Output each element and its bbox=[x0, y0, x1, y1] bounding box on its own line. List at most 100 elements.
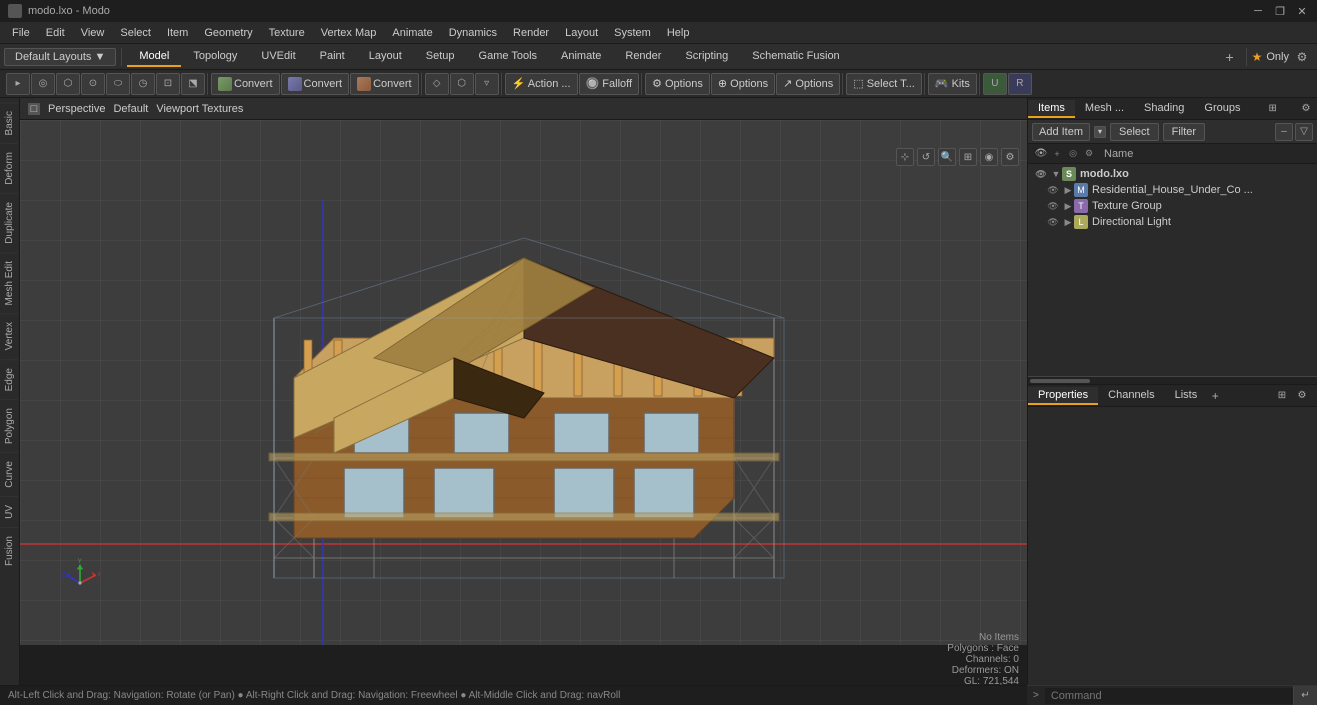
sidebar-tab-basic[interactable]: Basic bbox=[1, 102, 18, 143]
vp-ctrl-navigate[interactable]: ⊹ bbox=[896, 148, 914, 166]
layout-tab-layout[interactable]: Layout bbox=[357, 47, 414, 67]
menu-item-system[interactable]: System bbox=[606, 25, 659, 41]
expand-mesh[interactable]: ▶ bbox=[1062, 185, 1074, 196]
sidebar-tab-deform[interactable]: Deform bbox=[1, 143, 18, 193]
add-item-button[interactable]: Add Item bbox=[1032, 123, 1090, 141]
col-icon2[interactable]: ◎ bbox=[1066, 147, 1080, 161]
layout-tab-animate[interactable]: Animate bbox=[549, 47, 613, 67]
add-layout-button[interactable]: + bbox=[1219, 46, 1241, 68]
items-select-button[interactable]: Select bbox=[1110, 123, 1159, 141]
tab-shading[interactable]: Shading bbox=[1134, 100, 1194, 118]
maximize-button[interactable]: ❐ bbox=[1273, 4, 1287, 18]
menu-item-animate[interactable]: Animate bbox=[384, 25, 440, 41]
tab-properties[interactable]: Properties bbox=[1028, 387, 1098, 405]
sidebar-tab-edge[interactable]: Edge bbox=[1, 359, 18, 399]
menu-item-help[interactable]: Help bbox=[659, 25, 698, 41]
tool-shape1[interactable]: ◇ bbox=[425, 73, 449, 95]
items-scrollbar-thumb[interactable] bbox=[1030, 379, 1090, 383]
falloff-button[interactable]: 🔘 Falloff bbox=[579, 73, 640, 95]
col-icon3[interactable]: ⚙ bbox=[1082, 147, 1096, 161]
expand-texture[interactable]: ▶ bbox=[1062, 201, 1074, 212]
menu-item-view[interactable]: View bbox=[73, 25, 113, 41]
menu-item-select[interactable]: Select bbox=[112, 25, 159, 41]
expand-scene[interactable]: ▼ bbox=[1050, 169, 1062, 179]
sidebar-tab-vertex[interactable]: Vertex bbox=[1, 313, 18, 358]
tool-select4[interactable]: ⊙ bbox=[81, 73, 105, 95]
close-button[interactable]: ✕ bbox=[1295, 4, 1309, 18]
light-item[interactable]: 👁 ▶ L Directional Light bbox=[1028, 214, 1317, 230]
minimize-button[interactable]: ─ bbox=[1251, 4, 1265, 18]
menu-item-render[interactable]: Render bbox=[505, 25, 557, 41]
sidebar-tab-uv[interactable]: UV bbox=[1, 496, 18, 527]
options-button1[interactable]: ⚙ Options bbox=[645, 73, 710, 95]
menu-item-file[interactable]: File bbox=[4, 25, 38, 41]
tool-select6[interactable]: ◷ bbox=[131, 73, 155, 95]
sidebar-tab-curve[interactable]: Curve bbox=[1, 452, 18, 496]
layout-tab-schematic-fusion[interactable]: Schematic Fusion bbox=[740, 47, 851, 67]
items-panel-expand[interactable]: ⊞ bbox=[1266, 102, 1280, 116]
layout-tab-scripting[interactable]: Scripting bbox=[673, 47, 740, 67]
scene-root-item[interactable]: 👁 ▼ S modo.lxo bbox=[1028, 166, 1317, 182]
tab-lists[interactable]: Lists bbox=[1165, 387, 1208, 405]
layout-tab-model[interactable]: Model bbox=[127, 47, 181, 67]
unreal-btn1[interactable]: U bbox=[983, 73, 1007, 95]
viewport-textures-label[interactable]: Viewport Textures bbox=[156, 103, 243, 115]
vp-ctrl-frame[interactable]: ⊞ bbox=[959, 148, 977, 166]
menu-item-item[interactable]: Item bbox=[159, 25, 196, 41]
command-input[interactable] bbox=[1045, 688, 1293, 704]
convert-mesh-button[interactable]: Convert bbox=[211, 73, 280, 95]
expand-light[interactable]: ▶ bbox=[1062, 217, 1074, 228]
col-icon1[interactable]: + bbox=[1050, 147, 1064, 161]
menu-item-vertex map[interactable]: Vertex Map bbox=[313, 25, 385, 41]
viewport-perspective-label[interactable]: Perspective bbox=[48, 103, 105, 115]
eye-toggle-mesh[interactable]: 👁 bbox=[1044, 184, 1062, 196]
texture-item[interactable]: 👁 ▶ T Texture Group bbox=[1028, 198, 1317, 214]
settings-icon[interactable]: ⚙ bbox=[1291, 46, 1313, 68]
tool-select8[interactable]: ⬔ bbox=[181, 73, 205, 95]
tab-mesh[interactable]: Mesh ... bbox=[1075, 100, 1134, 118]
menu-item-layout[interactable]: Layout bbox=[557, 25, 606, 41]
vp-ctrl-shading[interactable]: ◉ bbox=[980, 148, 998, 166]
menu-item-dynamics[interactable]: Dynamics bbox=[441, 25, 505, 41]
properties-add-tab[interactable]: + bbox=[1207, 388, 1223, 404]
items-panel-settings[interactable]: ⚙ bbox=[1299, 102, 1313, 116]
layout-tab-game-tools[interactable]: Game Tools bbox=[467, 47, 550, 67]
select-t-button[interactable]: ⬚ Select T... bbox=[846, 73, 922, 95]
vp-ctrl-settings[interactable]: ⚙ bbox=[1001, 148, 1019, 166]
default-layouts-button[interactable]: Default Layouts ▼ bbox=[4, 48, 116, 66]
menu-item-geometry[interactable]: Geometry bbox=[196, 25, 260, 41]
vp-ctrl-zoom[interactable]: 🔍 bbox=[938, 148, 956, 166]
items-scrollbar[interactable] bbox=[1028, 376, 1317, 384]
sidebar-tab-fusion[interactable]: Fusion bbox=[1, 527, 18, 574]
tab-items[interactable]: Items bbox=[1028, 100, 1075, 118]
tool-select1[interactable]: ▸ bbox=[6, 73, 30, 95]
kits-button[interactable]: 🎮 Kits bbox=[928, 73, 977, 95]
menu-item-texture[interactable]: Texture bbox=[261, 25, 313, 41]
sidebar-tab-mesh-edit[interactable]: Mesh Edit bbox=[1, 252, 18, 313]
command-enter-button[interactable]: ↵ bbox=[1293, 686, 1317, 705]
eye-toggle-texture[interactable]: 👁 bbox=[1044, 200, 1062, 212]
menu-item-edit[interactable]: Edit bbox=[38, 25, 73, 41]
sidebar-tab-polygon[interactable]: Polygon bbox=[1, 399, 18, 452]
eye-toggle-scene[interactable]: 👁 bbox=[1032, 168, 1050, 180]
viewport-expand-button[interactable]: □ bbox=[28, 103, 40, 115]
items-filter-icon[interactable]: ▽ bbox=[1295, 123, 1313, 141]
add-item-chevron[interactable]: ▾ bbox=[1094, 126, 1106, 138]
layout-tab-paint[interactable]: Paint bbox=[308, 47, 357, 67]
options-button2[interactable]: ⊕ Options bbox=[711, 73, 775, 95]
sidebar-tab-duplicate[interactable]: Duplicate bbox=[1, 193, 18, 252]
properties-expand[interactable]: ⊞ bbox=[1275, 389, 1289, 403]
unreal-btn2[interactable]: R bbox=[1008, 73, 1032, 95]
mesh-item[interactable]: 👁 ▶ M Residential_House_Under_Co ... bbox=[1028, 182, 1317, 198]
items-minus-button[interactable]: – bbox=[1275, 123, 1293, 141]
layout-tab-topology[interactable]: Topology bbox=[181, 47, 249, 67]
tool-shape2[interactable]: ⬡ bbox=[450, 73, 474, 95]
layout-tab-render[interactable]: Render bbox=[613, 47, 673, 67]
tool-select5[interactable]: ⬭ bbox=[106, 73, 130, 95]
layout-tab-uvedit[interactable]: UVEdit bbox=[249, 47, 307, 67]
tab-groups[interactable]: Groups bbox=[1194, 100, 1250, 118]
vp-ctrl-orbit[interactable]: ↺ bbox=[917, 148, 935, 166]
convert-uv-button[interactable]: Convert bbox=[350, 73, 419, 95]
tool-shape3[interactable]: ▿ bbox=[475, 73, 499, 95]
eye-toggle-light[interactable]: 👁 bbox=[1044, 216, 1062, 228]
